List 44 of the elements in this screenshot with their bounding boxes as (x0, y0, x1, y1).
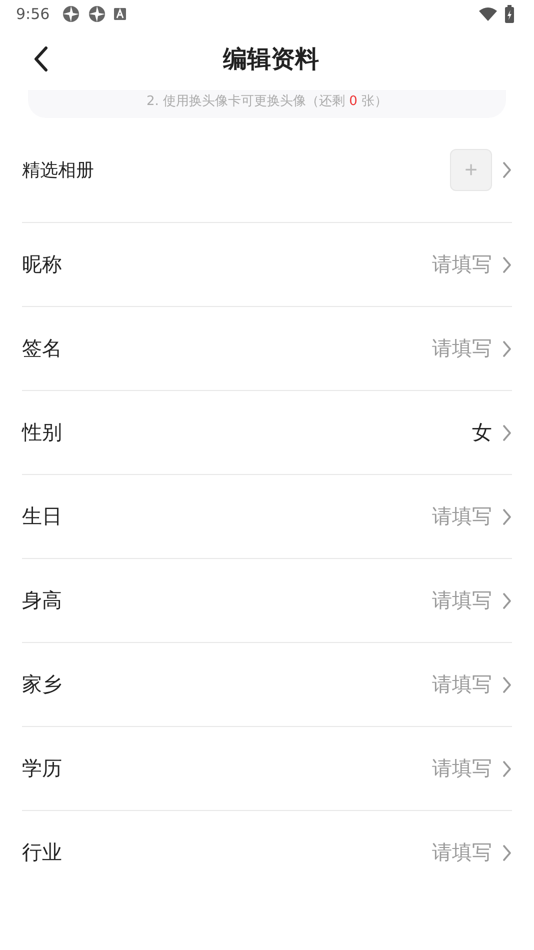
row-label: 行业 (22, 839, 62, 866)
row-placeholder: 请填写 (432, 839, 492, 866)
chevron-right-icon (502, 508, 512, 526)
row-label: 生日 (22, 503, 62, 530)
keyboard-icon (114, 8, 126, 20)
page-title: 编辑资料 (222, 44, 320, 75)
chevron-right-icon (502, 424, 512, 442)
profile-row[interactable]: 身高 请填写 (22, 559, 512, 643)
row-label: 精选相册 (22, 159, 94, 182)
chevron-right-icon (502, 161, 512, 179)
aperture-icon (62, 5, 80, 23)
row-value: 女 (472, 419, 492, 446)
row-label: 学历 (22, 755, 62, 782)
profile-row[interactable]: 性别 女 (22, 391, 512, 475)
row-label: 身高 (22, 587, 62, 614)
row-placeholder: 请填写 (432, 671, 492, 698)
wifi-icon (479, 7, 497, 21)
chevron-right-icon (502, 340, 512, 358)
battery-icon (505, 5, 514, 23)
chevron-right-icon (502, 676, 512, 694)
back-icon (34, 46, 48, 72)
chevron-right-icon (502, 844, 512, 862)
aperture-icon (88, 5, 106, 23)
chevron-right-icon (502, 256, 512, 274)
profile-row[interactable]: 昵称 请填写 (22, 223, 512, 307)
profile-row[interactable]: 精选相册 + (22, 118, 512, 223)
row-placeholder: 请填写 (432, 755, 492, 782)
profile-row[interactable]: 生日 请填写 (22, 475, 512, 559)
row-label: 昵称 (22, 251, 62, 278)
row-placeholder: 请填写 (432, 335, 492, 362)
profile-row[interactable]: 学历 请填写 (22, 727, 512, 811)
row-label: 签名 (22, 335, 62, 362)
row-placeholder: 请填写 (432, 251, 492, 278)
status-time: 9:56 (16, 5, 50, 23)
profile-row[interactable]: 行业 请填写 (22, 811, 512, 894)
profile-row[interactable]: 签名 请填写 (22, 307, 512, 391)
chevron-right-icon (502, 592, 512, 610)
row-label: 性别 (22, 419, 62, 446)
note-text: 2. 使用换头像卡可更换头像（还剩 0 张） (145, 93, 389, 110)
chevron-right-icon (502, 760, 512, 778)
row-placeholder: 请填写 (432, 503, 492, 530)
profile-row[interactable]: 家乡 请填写 (22, 643, 512, 727)
row-placeholder: 请填写 (432, 587, 492, 614)
row-label: 家乡 (22, 671, 62, 698)
